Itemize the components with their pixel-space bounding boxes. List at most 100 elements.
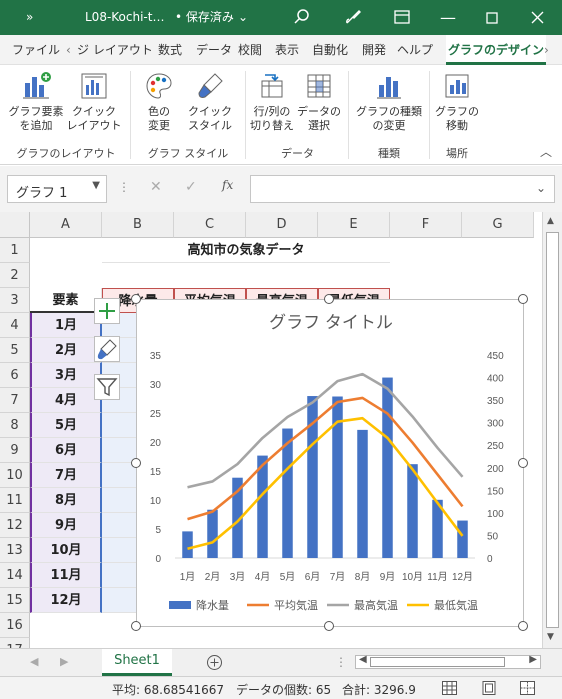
column-header-g[interactable]: G	[462, 212, 534, 238]
month-cell[interactable]: 5月	[30, 413, 102, 438]
vertical-scrollbar[interactable]: ▲ ▼	[542, 212, 562, 648]
tabs-scroll-right[interactable]: ›	[544, 35, 549, 65]
move-chart-button[interactable]: グラフの 移動	[433, 71, 481, 133]
chart[interactable]: グラフ タイトル 0 5 10 15 20 25 30 35 0 50 100 150 200 250 30…	[136, 299, 524, 627]
column-header-a[interactable]: A	[30, 212, 102, 238]
close-button[interactable]	[531, 11, 544, 24]
select-all-corner[interactable]	[0, 212, 30, 238]
month-cell[interactable]: 2月	[30, 338, 102, 363]
page-layout-view-icon[interactable]	[482, 681, 496, 695]
month-cell[interactable]: 7月	[30, 463, 102, 488]
chart-filters-button[interactable]	[94, 374, 120, 400]
month-cell[interactable]: 11月	[30, 563, 102, 588]
cancel-icon[interactable]: ✕	[150, 179, 162, 195]
column-header-d[interactable]: D	[246, 212, 318, 238]
tab-page-layout[interactable]: ジ レイアウト	[77, 35, 153, 65]
scrollbar-thumb[interactable]	[546, 232, 559, 628]
row-header[interactable]: 10	[0, 463, 30, 488]
month-cell[interactable]: 1月	[30, 313, 102, 338]
resize-handle[interactable]	[518, 458, 528, 468]
change-colors-button[interactable]: 色の 変更	[136, 71, 182, 133]
resize-handle[interactable]	[518, 294, 528, 304]
month-cell[interactable]: 3月	[30, 363, 102, 388]
sheet-tab-sheet1[interactable]: Sheet1	[102, 649, 172, 676]
column-header-e[interactable]: E	[318, 212, 390, 238]
next-sheet-icon[interactable]: ▶	[60, 655, 68, 668]
column-header-f[interactable]: F	[390, 212, 462, 238]
month-cell[interactable]: 12月	[30, 588, 102, 613]
name-box[interactable]: グラフ 1 ▼	[7, 175, 107, 203]
normal-view-icon[interactable]	[442, 681, 457, 695]
month-cell[interactable]: 6月	[30, 438, 102, 463]
row-header[interactable]: 3	[0, 288, 30, 313]
chevron-down-icon[interactable]: ⌄	[238, 0, 248, 35]
horizontal-scrollbar[interactable]: ◀ ▶	[355, 654, 541, 669]
tab-review[interactable]: 校閲	[238, 35, 262, 65]
chevron-down-icon[interactable]: ⌄	[536, 181, 546, 195]
change-chart-type-button[interactable]: グラフの種類 の変更	[353, 71, 425, 133]
month-cell[interactable]: 10月	[30, 538, 102, 563]
scroll-up-icon[interactable]: ▲	[547, 216, 554, 226]
tab-data[interactable]: データ	[196, 35, 232, 65]
column-header-b[interactable]: B	[102, 212, 174, 238]
page-break-view-icon[interactable]	[520, 681, 535, 695]
search-icon[interactable]	[294, 9, 310, 25]
add-sheet-icon[interactable]	[206, 654, 223, 671]
tab-chart-design[interactable]: グラフのデザイン	[446, 35, 547, 65]
tab-developer[interactable]: 開発	[362, 35, 386, 65]
tab-formulas[interactable]: 数式	[158, 35, 182, 65]
switch-row-column-button[interactable]: 行/列の 切り替え	[248, 71, 296, 133]
row-header[interactable]: 5	[0, 338, 30, 363]
row-header[interactable]: 9	[0, 438, 30, 463]
row-header[interactable]: 12	[0, 513, 30, 538]
row-header[interactable]: 16	[0, 613, 30, 638]
row-header[interactable]: 8	[0, 413, 30, 438]
resize-handle[interactable]	[131, 294, 141, 304]
month-cell[interactable]: 9月	[30, 513, 102, 538]
enter-icon[interactable]: ✓	[185, 179, 197, 195]
row-header[interactable]: 1	[0, 238, 30, 263]
quick-access-more[interactable]: »	[26, 0, 33, 35]
h-scrollbar-thumb[interactable]	[370, 657, 505, 667]
month-cell[interactable]: 4月	[30, 388, 102, 413]
row-header[interactable]: 13	[0, 538, 30, 563]
tab-split-icon[interactable]: ⋮	[335, 655, 347, 669]
quick-layout-button[interactable]: クイック レイアウト	[66, 71, 122, 133]
scroll-right-icon[interactable]: ▶	[529, 654, 537, 665]
row-header[interactable]: 7	[0, 388, 30, 413]
row-header[interactable]: 17	[0, 638, 30, 648]
resize-handle[interactable]	[131, 458, 141, 468]
tabs-scroll-left[interactable]: ‹	[66, 35, 71, 65]
row-header[interactable]: 14	[0, 563, 30, 588]
column-header-c[interactable]: C	[174, 212, 246, 238]
header-cell[interactable]: 要素	[30, 288, 102, 313]
tab-file[interactable]: ファイル	[12, 35, 60, 65]
maximize-button[interactable]	[486, 12, 498, 24]
resize-handle[interactable]	[324, 294, 334, 304]
chart-elements-button[interactable]	[94, 298, 120, 324]
sheet-title-cell[interactable]: 高知市の気象データ	[102, 238, 390, 263]
row-header[interactable]: 4	[0, 313, 30, 338]
row-header[interactable]: 15	[0, 588, 30, 613]
tab-help[interactable]: ヘルプ	[397, 35, 433, 65]
select-data-button[interactable]: データの 選択	[296, 71, 342, 133]
quick-styles-button[interactable]: クイック スタイル	[184, 71, 236, 133]
collapse-ribbon-icon[interactable]: ︿	[540, 143, 552, 160]
ribbon-display-icon[interactable]	[394, 9, 410, 25]
row-header[interactable]: 11	[0, 488, 30, 513]
chevron-down-icon[interactable]: ▼	[92, 180, 100, 191]
row-header[interactable]: 2	[0, 263, 30, 288]
month-cell[interactable]: 8月	[30, 488, 102, 513]
add-chart-element-button[interactable]: グラフ要素 を追加	[8, 71, 64, 133]
chart-title[interactable]: グラフ タイトル	[269, 313, 393, 332]
tab-automate[interactable]: 自動化	[312, 35, 348, 65]
insert-function-icon[interactable]: fx	[222, 178, 233, 192]
formula-input[interactable]: ⌄	[250, 175, 555, 203]
resize-handle[interactable]	[324, 621, 334, 631]
tab-view[interactable]: 表示	[275, 35, 299, 65]
resize-handle[interactable]	[131, 621, 141, 631]
brush-icon[interactable]	[344, 8, 362, 26]
row-header[interactable]: 6	[0, 363, 30, 388]
resize-handle[interactable]	[518, 621, 528, 631]
prev-sheet-icon[interactable]: ◀	[30, 655, 38, 668]
